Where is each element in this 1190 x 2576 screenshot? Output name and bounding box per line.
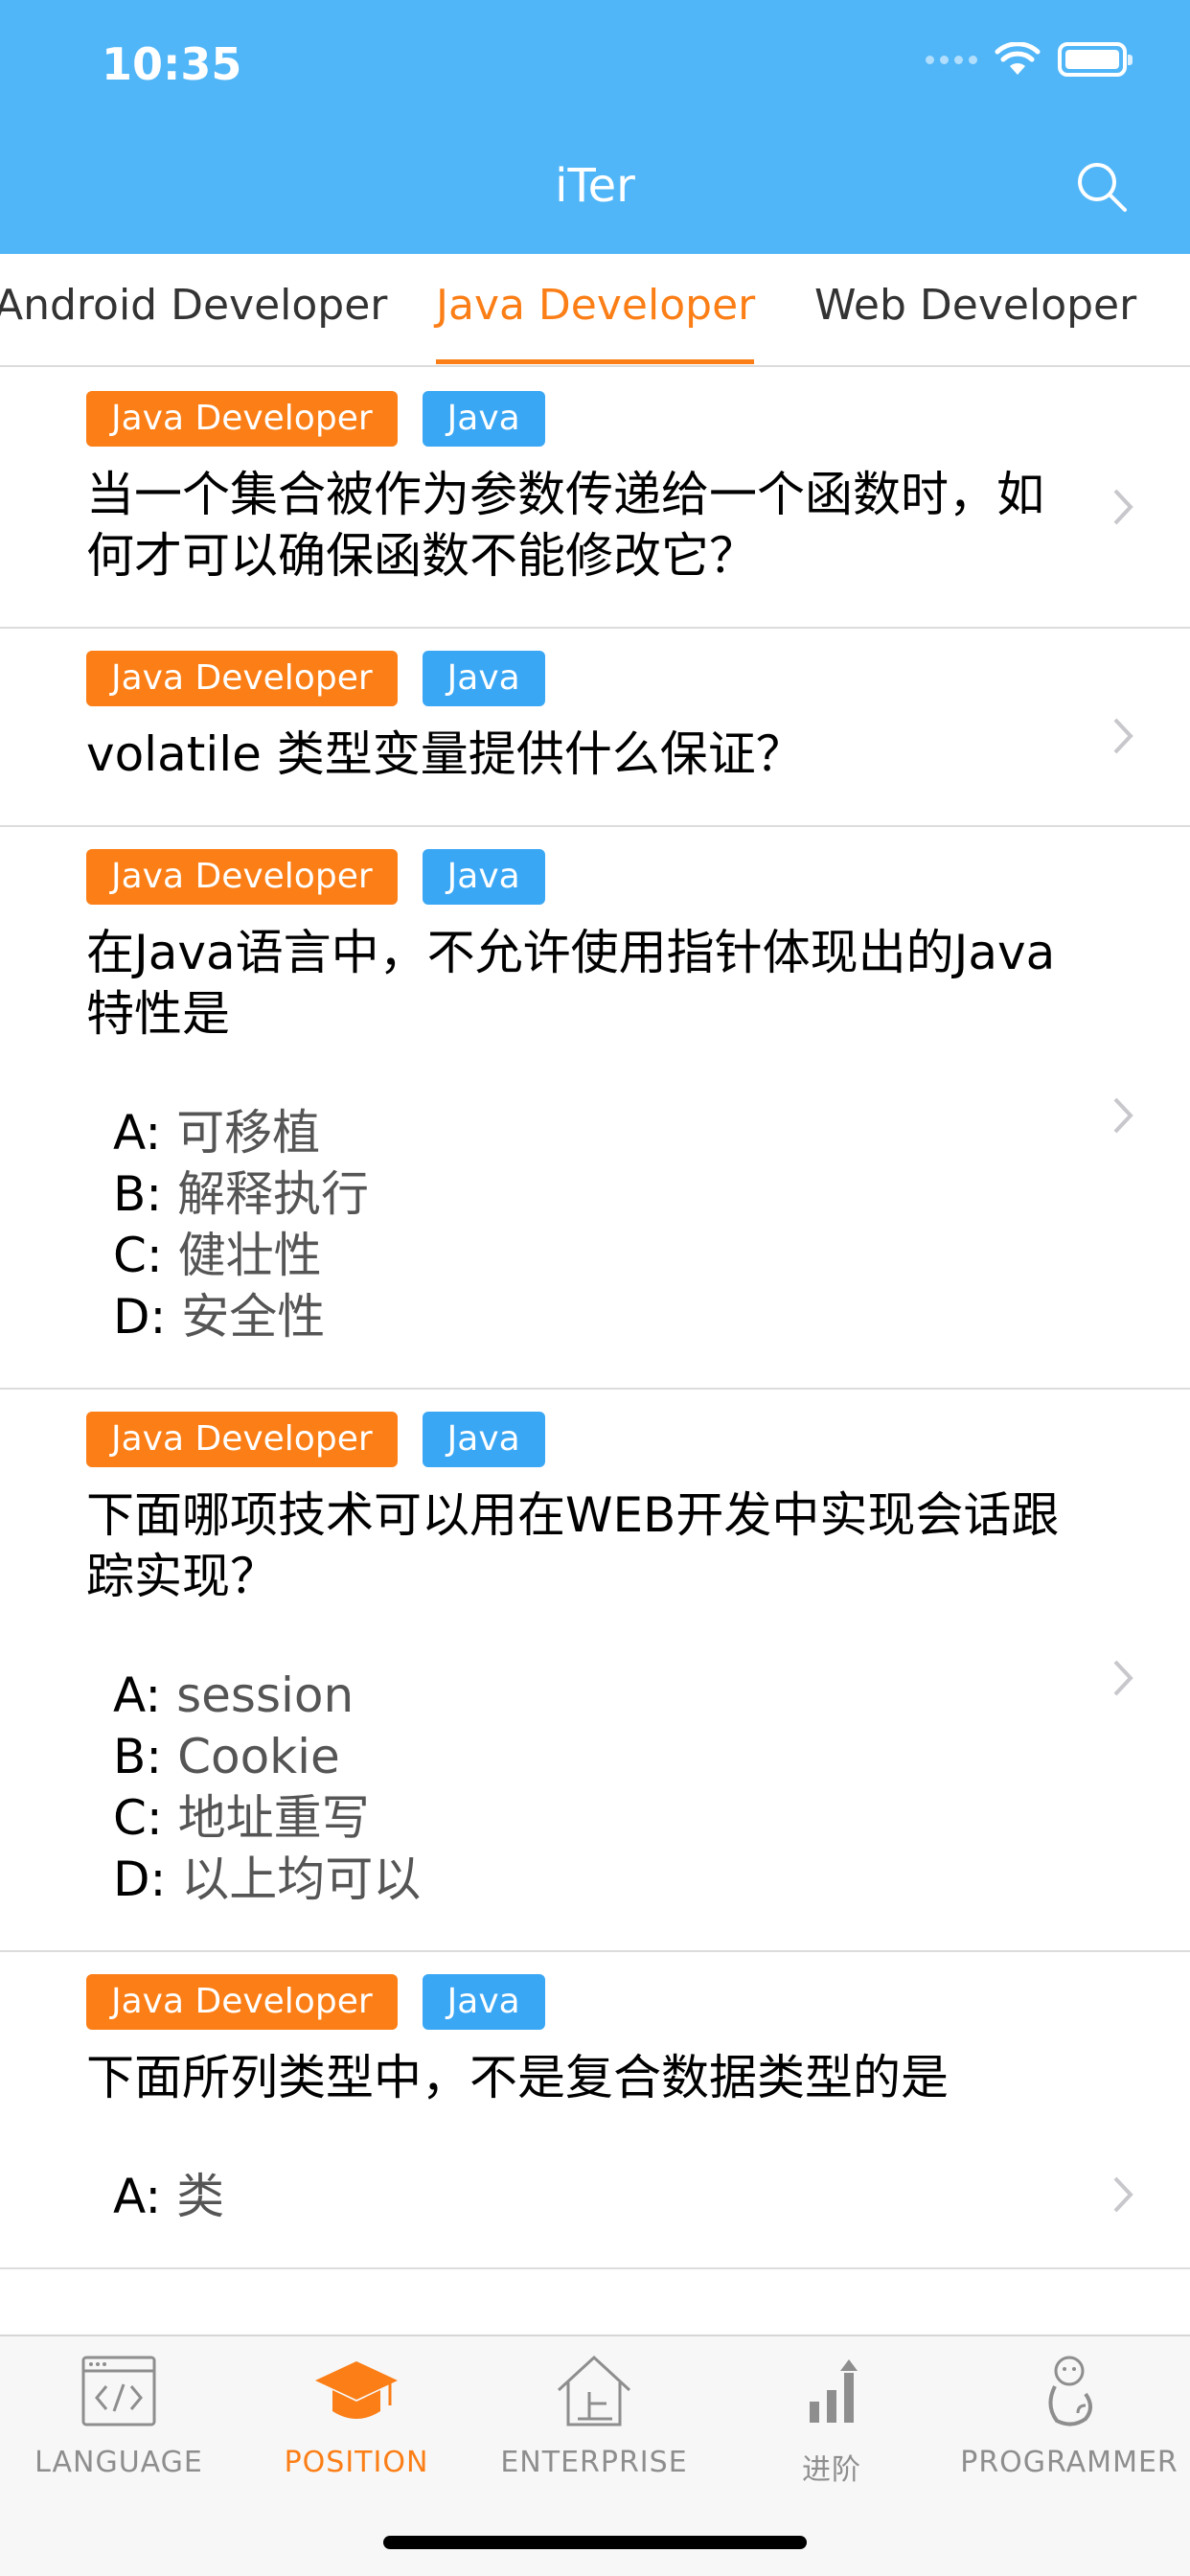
answer-option: B: 解释执行 [113,1166,370,1222]
building-icon [557,2355,631,2426]
tag-row: Java Developer Java [86,1974,1065,2030]
graduation-cap-icon [315,2361,398,2419]
chevron-right-icon [1113,718,1133,754]
tab-android-developer[interactable]: Android Developer [0,281,387,330]
answer-option: C: 地址重写 [113,1790,370,1846]
nav-label: LANGUAGE [34,2446,203,2479]
language-tag: Java [422,1412,545,1467]
language-tag: Java [422,651,545,706]
question-list: Java Developer Java 当一个集合被作为参数传递给一个函数时，如… [0,369,1190,2336]
question-text: 下面哪项技术可以用在WEB开发中实现会话跟踪实现？ [86,1487,1060,1604]
status-icons [926,42,1133,77]
position-tag: Java Developer [86,849,398,905]
question-card[interactable]: Java Developer Java volatile 类型变量提供什么保证？ [0,629,1190,827]
answer-option: D: 安全性 [113,1289,326,1345]
chevron-right-icon [1113,1097,1133,1134]
nav-language[interactable]: LANGUAGE [4,2348,234,2479]
answer-option: C: 健壮性 [113,1228,322,1283]
answer-options: A: 可移植 B: 解释执行 C: 健壮性 D: 安全性 [86,1102,1065,1347]
category-tabs: Android Developer Java Developer Web Dev… [0,254,1190,367]
nav-label: POSITION [284,2446,429,2479]
bar-chart-icon [810,2359,858,2423]
signal-icon [926,55,977,64]
app-header: 10:35 iTer [0,0,1190,254]
status-time: 10:35 [102,38,242,90]
chevron-right-icon [1113,489,1133,525]
question-text: 下面所列类型中，不是复合数据类型的是 [86,2050,949,2105]
monkey-icon [1048,2356,1092,2426]
nav-programmer[interactable]: PROGRAMMER [954,2348,1184,2479]
battery-icon [1058,42,1133,77]
position-tag: Java Developer [86,1412,398,1467]
nav-position[interactable]: POSITION [241,2348,471,2479]
nav-label: ENTERPRISE [500,2446,688,2479]
answer-option: A: 类 [113,2169,225,2224]
nav-label: PROGRAMMER [960,2446,1179,2479]
question-text: volatile 类型变量提供什么保证？ [86,726,804,782]
answer-options: A: 类 [86,2166,1065,2227]
answer-option: D: 以上均可以 [113,1852,422,1907]
wifi-icon [995,42,1041,75]
chevron-right-icon [1113,1660,1133,1696]
position-tag: Java Developer [86,391,398,447]
question-text: 当一个集合被作为参数传递给一个函数时，如何才可以确保函数不能修改它？ [86,467,1044,584]
position-tag: Java Developer [86,651,398,706]
code-window-icon [81,2356,156,2426]
chevron-right-icon [1113,2176,1133,2213]
home-indicator [383,2536,807,2549]
page-title: iTer [555,159,635,213]
answer-options: A: session B: Cookie C: 地址重写 D: 以上均可以 [86,1665,1065,1910]
tab-java-developer[interactable]: Java Developer [436,281,755,330]
tag-row: Java Developer Java [86,651,1065,706]
question-text: 在Java语言中，不允许使用指针体现出的Java特性是 [86,925,1056,1042]
question-card[interactable]: Java Developer Java 在Java语言中，不允许使用指针体现出的… [0,827,1190,1390]
answer-option: B: Cookie [113,1729,340,1784]
tab-web-developer[interactable]: Web Developer [814,281,1136,330]
language-tag: Java [422,849,545,905]
search-icon[interactable] [1073,158,1131,216]
tag-row: Java Developer Java [86,1412,1065,1467]
tag-row: Java Developer Java [86,849,1065,905]
language-tag: Java [422,391,545,447]
answer-option: A: session [113,1668,355,1723]
position-tag: Java Developer [86,1974,398,2030]
nav-advanced[interactable]: 进阶 [717,2348,947,2488]
tag-row: Java Developer Java [86,391,1065,447]
question-card[interactable]: Java Developer Java 当一个集合被作为参数传递给一个函数时，如… [0,369,1190,629]
answer-option: A: 可移植 [113,1105,321,1161]
nav-enterprise[interactable]: ENTERPRISE [479,2348,709,2479]
language-tag: Java [422,1974,545,2030]
nav-label: 进阶 [802,2453,861,2487]
active-tab-indicator [436,359,754,364]
question-card[interactable]: Java Developer Java 下面所列类型中，不是复合数据类型的是 A… [0,1952,1190,2269]
question-card[interactable]: Java Developer Java 下面哪项技术可以用在WEB开发中实现会话… [0,1390,1190,1952]
